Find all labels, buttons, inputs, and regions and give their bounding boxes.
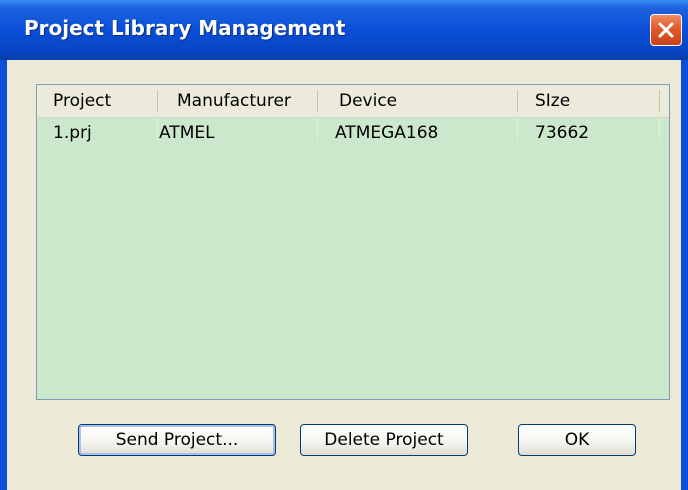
column-divider[interactable] — [659, 90, 660, 112]
cell-manufacturer: ATMEL — [159, 123, 215, 143]
column-header-manufacturer[interactable]: Manufacturer — [177, 85, 291, 117]
list-header: Project Manufacturer Device SIze — [37, 85, 669, 118]
close-button[interactable] — [650, 14, 682, 46]
cell-divider — [157, 118, 158, 140]
send-project-button[interactable]: Send Project... — [78, 424, 276, 456]
cell-device: ATMEGA168 — [335, 123, 439, 143]
window-frame-left — [0, 60, 7, 490]
column-header-device[interactable]: Device — [339, 85, 397, 117]
project-list[interactable]: Project Manufacturer Device SIze 1.prj A… — [36, 84, 670, 400]
delete-project-button[interactable]: Delete Project — [300, 424, 468, 456]
column-header-project[interactable]: Project — [53, 85, 111, 117]
window-frame-right — [681, 60, 688, 490]
column-divider[interactable] — [317, 90, 318, 112]
cell-divider — [517, 118, 518, 140]
title-bar[interactable]: Project Library Management — [0, 0, 688, 60]
column-divider[interactable] — [517, 90, 518, 112]
cell-project: 1.prj — [53, 123, 92, 143]
table-row[interactable]: 1.prj ATMEL ATMEGA168 73662 — [37, 118, 669, 148]
column-divider[interactable] — [157, 90, 158, 112]
cell-divider — [317, 118, 318, 140]
dialog-window: Project Library Management Project Manuf… — [0, 0, 688, 490]
cell-size: 73662 — [535, 123, 590, 143]
close-icon — [658, 22, 674, 38]
cell-divider — [659, 118, 660, 140]
ok-button[interactable]: OK — [518, 424, 636, 456]
window-title: Project Library Management — [24, 16, 346, 40]
column-header-size[interactable]: SIze — [535, 85, 570, 117]
